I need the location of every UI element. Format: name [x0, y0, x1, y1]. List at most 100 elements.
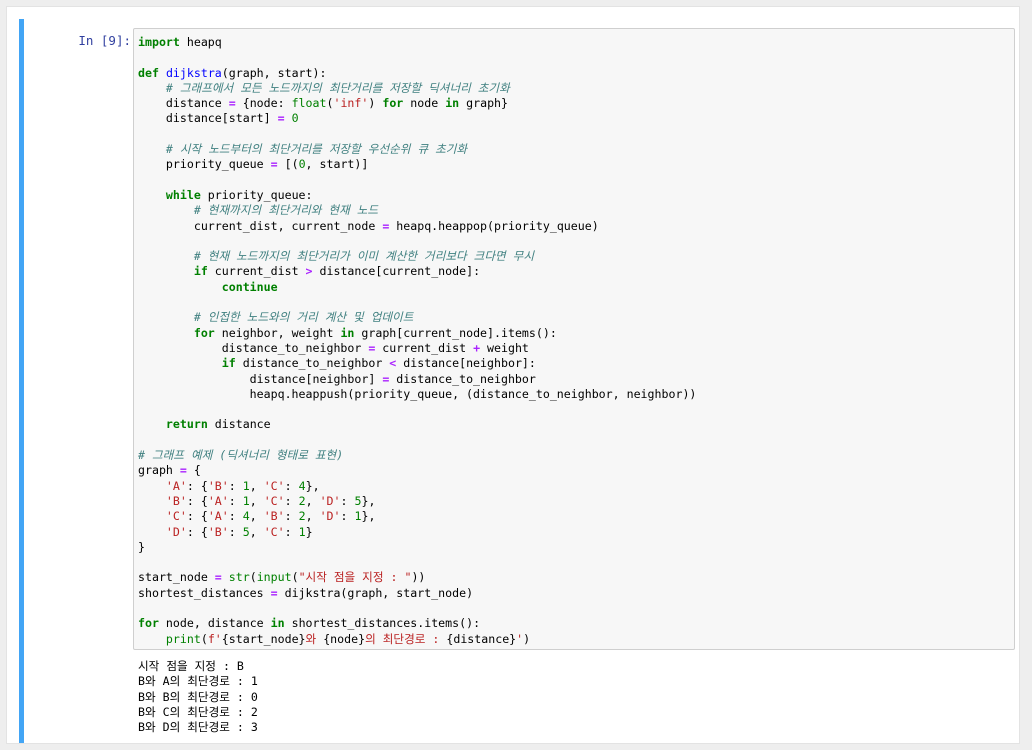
code-token: node	[403, 96, 446, 111]
code-token: 'A'	[207, 493, 229, 508]
code-token: def	[138, 65, 159, 80]
code-token: +	[473, 340, 481, 355]
code-line[interactable]: # 현재 노드까지의 최단거리가 이미 계산한 거리보다 크다면 무시	[138, 249, 696, 264]
code-editor[interactable]: import heapq def dijkstra(graph, start):…	[133, 28, 1015, 650]
code-line[interactable]	[138, 234, 696, 249]
code-token: =	[214, 570, 222, 585]
code-token: 의 최단경로 :	[365, 631, 447, 646]
code-line[interactable]: # 그래프 예제 (딕셔너리 형태로 표현)	[138, 448, 696, 463]
code-token: :	[284, 509, 299, 524]
code-line[interactable]: # 그래프에서 모든 노드까지의 최단거리를 저장할 딕셔너리 초기화	[138, 81, 696, 96]
code-token: in	[340, 325, 355, 340]
code-line[interactable]: 'A': {'B': 1, 'C': 4},	[138, 479, 696, 494]
code-token: input	[256, 570, 292, 585]
code-line[interactable]: return distance	[138, 417, 696, 432]
code-cell[interactable]: In [9]: import heapq def dijkstra(graph,…	[6, 6, 1020, 744]
code-token: : {	[186, 493, 208, 508]
code-line[interactable]: 'C': {'A': 4, 'B': 2, 'D': 1},	[138, 509, 696, 524]
code-line[interactable]: start_node = str(input("시작 점을 지정 : "))	[138, 570, 696, 585]
code-line[interactable]: for node, distance in shortest_distances…	[138, 616, 696, 631]
code-line[interactable]: 'D': {'B': 5, 'C': 1}	[138, 525, 696, 540]
code-token: =	[179, 463, 187, 478]
code-token: while	[165, 187, 201, 202]
code-token: 2	[298, 493, 306, 508]
code-token: ))	[411, 570, 426, 585]
code-line[interactable]: shortest_distances = dijkstra(graph, sta…	[138, 586, 696, 601]
code-token: distance[neighbor]:	[396, 356, 536, 371]
code-token: f'	[207, 631, 222, 646]
code-line[interactable]	[138, 173, 696, 188]
code-token: 'inf'	[333, 96, 369, 111]
code-token: :	[284, 493, 299, 508]
code-line[interactable]: print(f'{start_node}와 {node}의 최단경로 : {di…	[138, 632, 696, 647]
code-token: : {	[186, 509, 208, 524]
code-token: },	[361, 493, 376, 508]
code-token: if	[221, 356, 236, 371]
code-line[interactable]: distance[start] = 0	[138, 111, 696, 126]
code-line[interactable]	[138, 127, 696, 142]
code-token: graph}	[459, 96, 509, 111]
code-token: neighbor, weight	[214, 325, 341, 340]
code-token: :	[228, 493, 243, 508]
input-prompt: In [9]:	[78, 33, 131, 48]
code-line[interactable]: while priority_queue:	[138, 188, 696, 203]
code-token: (	[249, 570, 257, 585]
code-token: :	[228, 478, 243, 493]
code-token: 2	[298, 509, 306, 524]
code-token: (	[291, 570, 299, 585]
code-line[interactable]: for neighbor, weight in graph[current_no…	[138, 326, 696, 341]
output-line: B와 C의 최단경로 : 2	[138, 704, 258, 719]
code-token: 'D'	[319, 509, 341, 524]
code-token: # 인접한 노드와의 거리 계산 및 업데이트	[193, 310, 414, 325]
code-token: :	[228, 524, 243, 539]
output-line: B와 D의 최단경로 : 3	[138, 720, 258, 735]
code-line[interactable]: 'B': {'A': 1, 'C': 2, 'D': 5},	[138, 494, 696, 509]
code-token: priority_queue	[138, 157, 271, 172]
code-line[interactable]: import heapq	[138, 35, 696, 50]
code-token: >	[305, 264, 313, 279]
code-line[interactable]: priority_queue = [(0, start)]	[138, 157, 696, 172]
code-token: distance_to_neighbor	[235, 356, 390, 371]
cell-selection-bar	[19, 19, 24, 743]
code-token: [(	[277, 157, 299, 172]
code-line[interactable]: graph = {	[138, 463, 696, 478]
code-token: str	[228, 570, 250, 585]
output-line: 시작 점을 지정 : B	[138, 659, 244, 673]
code-line[interactable]: # 시작 노드부터의 최단거리를 저장할 우선순위 큐 초기화	[138, 142, 696, 157]
code-line[interactable]: current_dist, current_node = heapq.heapp…	[138, 219, 696, 234]
code-line[interactable]: heapq.heappush(priority_queue, (distance…	[138, 386, 697, 402]
code-line[interactable]: distance = {node: float('inf') for node …	[138, 96, 696, 111]
output-line: B와 A의 최단경로 : 1	[138, 674, 258, 689]
code-token: for	[193, 325, 215, 340]
code-token: , start)]	[305, 157, 369, 172]
code-line[interactable]: def dijkstra(graph, start):	[138, 66, 696, 81]
code-token: shortest_distances.items():	[284, 616, 481, 631]
code-line[interactable]	[138, 433, 696, 448]
code-text[interactable]: import heapq def dijkstra(graph, start):…	[138, 35, 696, 647]
code-token: 'C'	[263, 493, 285, 508]
code-line[interactable]: distance_to_neighbor = current_dist + we…	[138, 341, 696, 356]
code-token: )	[523, 631, 531, 646]
code-line[interactable]: # 현재까지의 최단거리와 현재 노드	[138, 203, 696, 218]
code-token: heapq.heappush(priority_queue, (distance…	[138, 386, 697, 401]
code-token: 'C'	[263, 524, 285, 539]
code-line[interactable]: # 인접한 노드와의 거리 계산 및 업데이트	[138, 310, 696, 325]
code-token: current_dist, current_node	[138, 218, 383, 233]
code-line[interactable]: if distance_to_neighbor < distance[neigh…	[138, 356, 696, 371]
code-line[interactable]	[138, 402, 696, 417]
code-line[interactable]	[138, 50, 696, 65]
code-line[interactable]: continue	[138, 280, 696, 295]
code-line[interactable]: distance[neighbor] = distance_to_neighbo…	[138, 372, 696, 387]
code-line[interactable]	[138, 555, 696, 570]
code-line[interactable]: }	[138, 540, 696, 555]
code-token: # 시작 노드부터의 최단거리를 저장할 우선순위 큐 초기화	[165, 142, 468, 157]
output-line: B와 B의 최단경로 : 0	[138, 689, 258, 704]
code-line[interactable]	[138, 295, 696, 310]
code-token: ,	[249, 493, 264, 508]
code-line[interactable]	[138, 601, 696, 616]
code-line[interactable]: if current_dist > distance[current_node]…	[138, 264, 696, 279]
